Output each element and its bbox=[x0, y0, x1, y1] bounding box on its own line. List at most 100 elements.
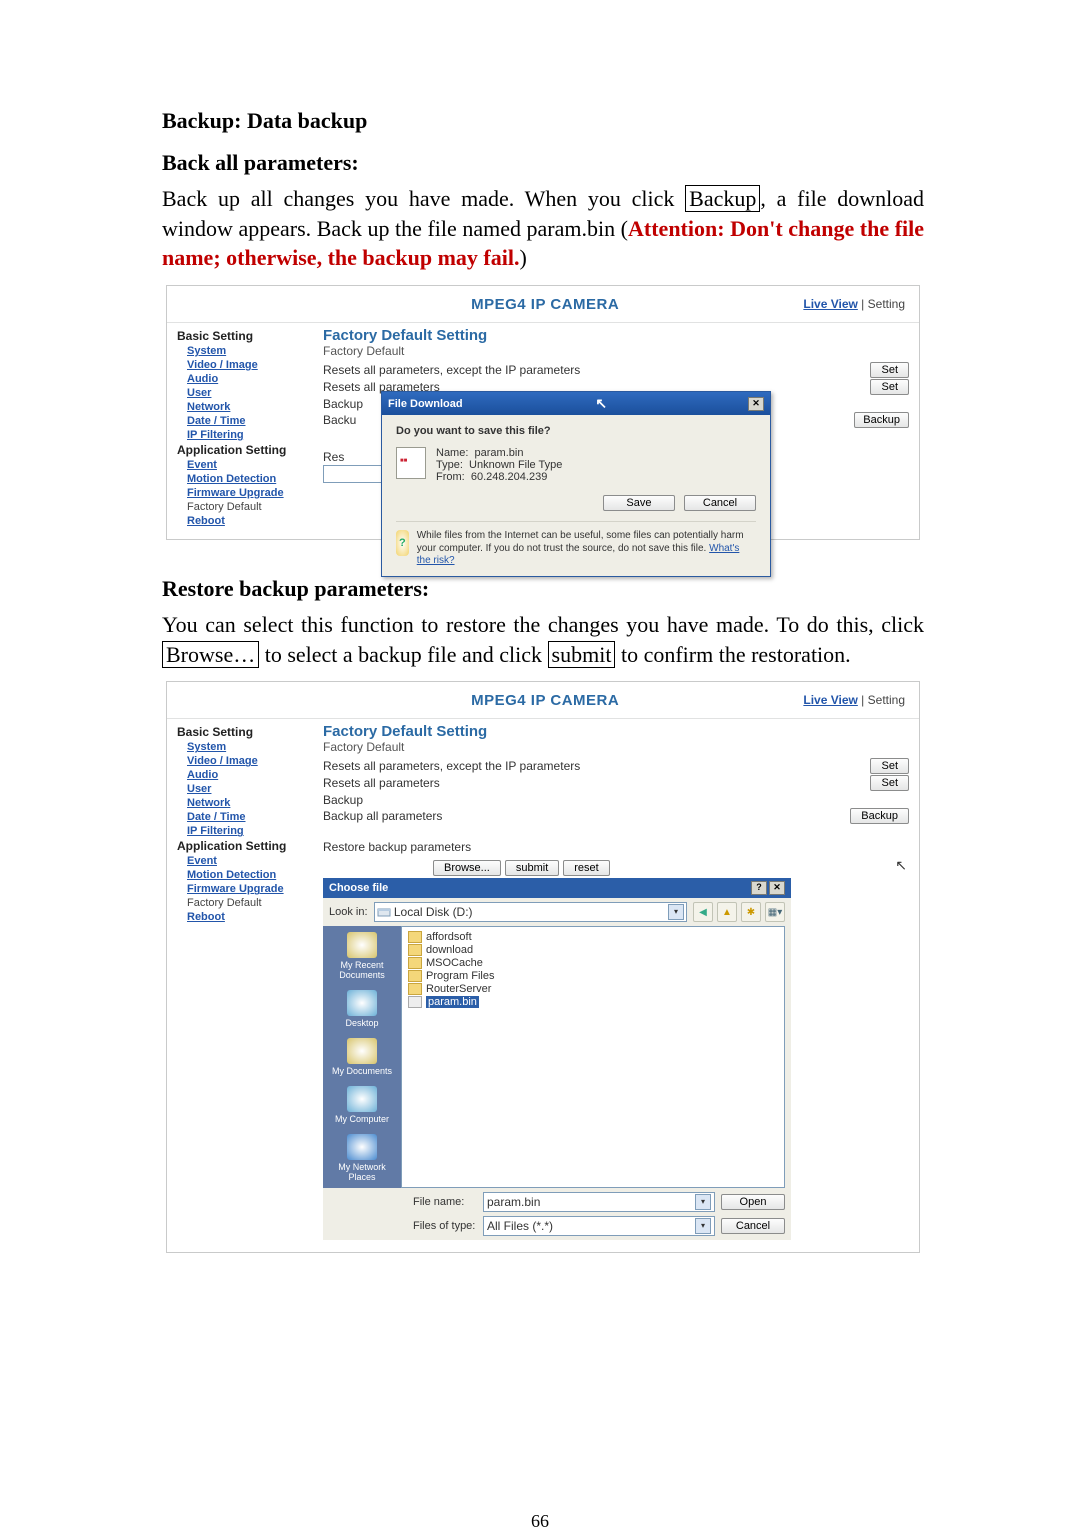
live-view-link[interactable]: Live View bbox=[803, 297, 857, 311]
chevron-down-icon[interactable]: ▾ bbox=[695, 1218, 711, 1234]
sidebar-item-datetime[interactable]: Date / Time bbox=[187, 811, 315, 823]
camera-title: MPEG4 IP CAMERA bbox=[287, 296, 803, 313]
text: You can select this function to restore … bbox=[162, 612, 924, 637]
sidebar-item-user[interactable]: User bbox=[187, 387, 315, 399]
views-icon[interactable]: ▦▾ bbox=[765, 902, 785, 922]
place-network[interactable]: My Network Places bbox=[325, 1134, 399, 1182]
reset-button[interactable]: reset bbox=[563, 860, 609, 876]
name-label: Name: bbox=[436, 447, 468, 459]
sidebar-item-system[interactable]: System bbox=[187, 345, 315, 357]
sidebar-item-datetime[interactable]: Date / Time bbox=[187, 415, 315, 427]
cursor-icon: ↖ bbox=[595, 395, 607, 412]
sidebar-group-basic: Basic Setting bbox=[177, 725, 315, 739]
backup-button-ref: Backup bbox=[685, 185, 760, 212]
sidebar-item-system[interactable]: System bbox=[187, 741, 315, 753]
choose-file-dialog: Choose file ?✕ Look in: Local Disk (D:)▾… bbox=[323, 878, 791, 1240]
submit-button[interactable]: submit bbox=[505, 860, 559, 876]
backup-button[interactable]: Backup bbox=[854, 412, 909, 428]
setting-link[interactable]: Setting bbox=[868, 297, 905, 311]
file-list[interactable]: affordsoft download MSOCache Program Fil… bbox=[401, 926, 785, 1188]
sidebar-group-basic: Basic Setting bbox=[177, 329, 315, 343]
sidebar-group-app: Application Setting bbox=[177, 839, 315, 853]
chevron-down-icon[interactable]: ▾ bbox=[668, 904, 684, 920]
cancel-button[interactable]: Cancel bbox=[721, 1218, 785, 1234]
list-item[interactable]: RouterServer bbox=[408, 983, 778, 995]
sidebar-item-video[interactable]: Video / Image bbox=[187, 359, 315, 371]
new-folder-icon[interactable]: ✱ bbox=[741, 902, 761, 922]
sidebar-item-factory[interactable]: Factory Default bbox=[187, 897, 315, 909]
heading-restore: Restore backup parameters: bbox=[162, 576, 924, 602]
heading-backall: Back all parameters: bbox=[162, 150, 924, 176]
filetype-select[interactable]: All Files (*.*)▾ bbox=[483, 1216, 715, 1236]
folder-icon bbox=[347, 1038, 377, 1064]
row-reset-except-ip: Resets all parameters, except the IP par… bbox=[323, 363, 870, 377]
restore-heading: Restore backup parameters bbox=[323, 840, 909, 854]
sidebar-item-factory[interactable]: Factory Default bbox=[187, 501, 315, 513]
place-recent[interactable]: My Recent Documents bbox=[325, 932, 399, 980]
set-button-2[interactable]: Set bbox=[870, 379, 909, 395]
place-mycomputer[interactable]: My Computer bbox=[325, 1086, 399, 1124]
sidebar-item-firmware[interactable]: Firmware Upgrade bbox=[187, 487, 315, 499]
restore-file-input[interactable] bbox=[323, 465, 389, 483]
dialog-titlebar[interactable]: File Download ↖ ✕ bbox=[382, 392, 770, 415]
sidebar-item-network[interactable]: Network bbox=[187, 401, 315, 413]
place-mydocs[interactable]: My Documents bbox=[325, 1038, 399, 1076]
sidebar-item-user[interactable]: User bbox=[187, 783, 315, 795]
sidebar-item-firmware[interactable]: Firmware Upgrade bbox=[187, 883, 315, 895]
list-item[interactable]: Program Files bbox=[408, 970, 778, 982]
folder-icon bbox=[408, 957, 422, 969]
from-label: From: bbox=[436, 471, 465, 483]
sidebar-item-video[interactable]: Video / Image bbox=[187, 755, 315, 767]
list-item-selected[interactable]: param.bin bbox=[408, 996, 778, 1008]
text: Back up all changes you have made. When … bbox=[162, 186, 685, 211]
main-subheading: Factory Default bbox=[323, 740, 909, 754]
sidebar-group-app: Application Setting bbox=[177, 443, 315, 457]
sidebar-item-reboot[interactable]: Reboot bbox=[187, 911, 315, 923]
set-button-1[interactable]: Set bbox=[870, 758, 909, 774]
save-button[interactable]: Save bbox=[603, 495, 675, 511]
close-icon[interactable]: ✕ bbox=[748, 397, 764, 411]
type-value: Unknown File Type bbox=[469, 459, 562, 471]
list-item[interactable]: download bbox=[408, 944, 778, 956]
filename-label: File name: bbox=[413, 1196, 477, 1208]
set-button-2[interactable]: Set bbox=[870, 775, 909, 791]
backup-button[interactable]: Backup bbox=[850, 808, 909, 824]
sidebar-item-event[interactable]: Event bbox=[187, 855, 315, 867]
set-button-1[interactable]: Set bbox=[870, 362, 909, 378]
setting-link[interactable]: Setting bbox=[868, 693, 905, 707]
browse-button[interactable]: Browse... bbox=[433, 860, 501, 876]
name-value: param.bin bbox=[475, 447, 524, 459]
sidebar-item-audio[interactable]: Audio bbox=[187, 769, 315, 781]
sidebar-item-event[interactable]: Event bbox=[187, 459, 315, 471]
close-icon[interactable]: ✕ bbox=[769, 881, 785, 895]
sidebar-item-ipfilter[interactable]: IP Filtering bbox=[187, 825, 315, 837]
live-view-link[interactable]: Live View bbox=[803, 693, 857, 707]
submit-button-ref: submit bbox=[548, 641, 616, 668]
open-button[interactable]: Open bbox=[721, 1194, 785, 1210]
filename-input[interactable]: param.bin▾ bbox=[483, 1192, 715, 1212]
help-icon[interactable]: ? bbox=[751, 881, 767, 895]
main-subheading: Factory Default bbox=[323, 344, 909, 358]
chevron-down-icon[interactable]: ▾ bbox=[695, 1194, 711, 1210]
back-icon[interactable]: ◀ bbox=[693, 902, 713, 922]
sidebar-item-audio[interactable]: Audio bbox=[187, 373, 315, 385]
camera-title: MPEG4 IP CAMERA bbox=[287, 692, 803, 709]
sidebar-item-reboot[interactable]: Reboot bbox=[187, 515, 315, 527]
list-item[interactable]: affordsoft bbox=[408, 931, 778, 943]
place-desktop[interactable]: Desktop bbox=[325, 990, 399, 1028]
file-download-dialog: File Download ↖ ✕ Do you want to save th… bbox=[381, 391, 771, 577]
sidebar-item-motion[interactable]: Motion Detection bbox=[187, 473, 315, 485]
dialog-title: Choose file bbox=[329, 882, 388, 894]
restore-label-cut: Res bbox=[323, 450, 344, 464]
dialog-titlebar[interactable]: Choose file ?✕ bbox=[323, 878, 791, 898]
sidebar-item-network[interactable]: Network bbox=[187, 797, 315, 809]
folder-icon bbox=[408, 931, 422, 943]
up-icon[interactable]: ▲ bbox=[717, 902, 737, 922]
sidebar-item-ipfilter[interactable]: IP Filtering bbox=[187, 429, 315, 441]
heading-backup: Backup: Data backup bbox=[162, 108, 924, 134]
cancel-button[interactable]: Cancel bbox=[684, 495, 756, 511]
sidebar: Basic Setting System Video / Image Audio… bbox=[167, 323, 319, 539]
sidebar-item-motion[interactable]: Motion Detection bbox=[187, 869, 315, 881]
lookin-dropdown[interactable]: Local Disk (D:)▾ bbox=[374, 902, 687, 922]
list-item[interactable]: MSOCache bbox=[408, 957, 778, 969]
